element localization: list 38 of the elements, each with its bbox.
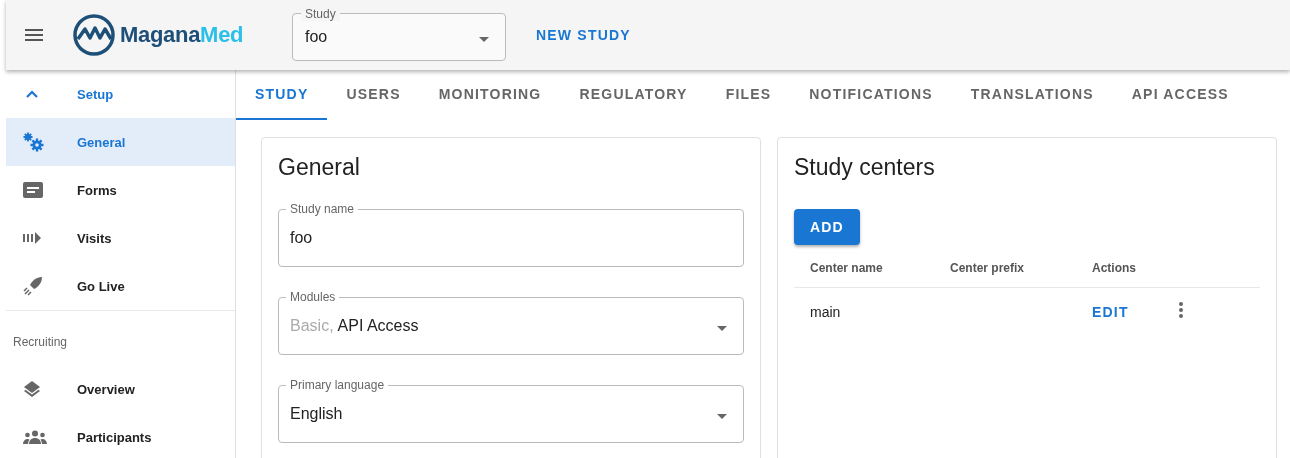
card-title: General: [278, 154, 361, 181]
edit-button[interactable]: EDIT: [1092, 303, 1129, 320]
add-button[interactable]: ADD: [794, 209, 860, 245]
tab[interactable]: FILES: [706, 70, 791, 120]
tab[interactable]: USERS: [327, 70, 420, 120]
people-icon: [23, 430, 47, 444]
steps-icon: [23, 232, 41, 244]
sidebar-item[interactable]: General: [6, 118, 235, 166]
new-study-button[interactable]: NEW STUDY: [530, 19, 637, 51]
column-header: Center prefix: [934, 249, 1076, 288]
logo-icon: [72, 13, 116, 57]
tab[interactable]: MONITORING: [419, 70, 561, 120]
rocket-icon: [23, 276, 43, 296]
form-icon: [23, 182, 43, 198]
sidebar-item[interactable]: Overview: [6, 365, 235, 413]
caret-icon: [479, 37, 489, 42]
section-toggle[interactable]: Setup: [6, 70, 235, 118]
sidebar-item[interactable]: Go Live: [6, 262, 235, 310]
chevron-icon: [26, 90, 38, 98]
column-header: Center name: [794, 249, 934, 288]
sidebar-item[interactable]: Participants: [6, 413, 235, 458]
tab[interactable]: STUDY: [236, 70, 328, 120]
more-icon[interactable]: [1179, 302, 1183, 318]
caret-icon: [717, 326, 727, 331]
sidebar-item[interactable]: Forms: [6, 166, 235, 214]
caret-icon: [717, 414, 727, 419]
table-cell: main: [794, 287, 934, 335]
tab[interactable]: REGULATORY: [560, 70, 707, 120]
logo-text: MaganaMed: [120, 22, 244, 48]
sidebar-item[interactable]: Visits: [6, 214, 235, 262]
column-header: Actions: [1076, 249, 1163, 288]
tab[interactable]: TRANSLATIONS: [951, 70, 1113, 120]
tab[interactable]: API ACCESS: [1112, 70, 1248, 120]
card-title: Study centers: [794, 154, 936, 181]
tab[interactable]: NOTIFICATIONS: [790, 70, 952, 120]
section-label: Recruiting: [12, 334, 69, 351]
gears-icon: [23, 132, 45, 152]
layers-icon: [23, 380, 41, 398]
